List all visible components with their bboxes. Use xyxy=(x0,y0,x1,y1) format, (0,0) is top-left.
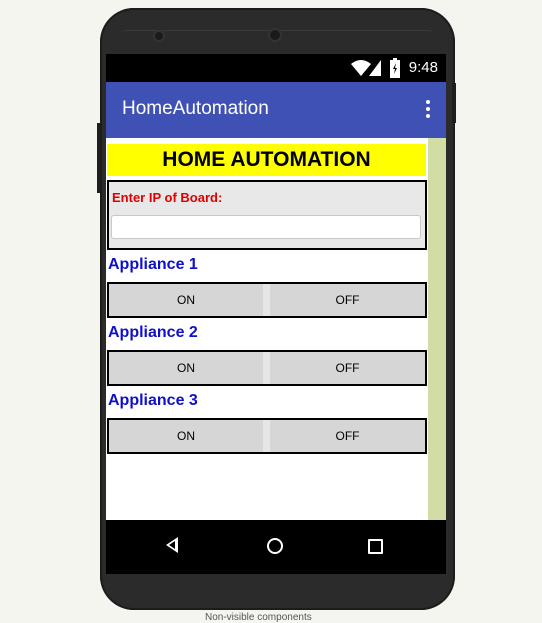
battery-icon xyxy=(390,58,400,78)
button-divider xyxy=(263,420,270,452)
ip-input[interactable] xyxy=(111,215,421,239)
app-title: HomeAutomation xyxy=(122,98,269,119)
signal-icon xyxy=(369,60,381,76)
back-icon-inner xyxy=(169,541,175,549)
home-icon[interactable] xyxy=(267,538,283,554)
appliance-1-label: Appliance 1 xyxy=(108,256,198,273)
scroll-strip xyxy=(428,138,446,520)
appliance-1-buttons: ON OFF xyxy=(107,282,427,318)
more-vert-icon[interactable] xyxy=(426,100,430,120)
appliance-3-buttons: ON OFF xyxy=(107,418,427,454)
status-time: 9:48 xyxy=(408,59,438,76)
ip-section: Enter IP of Board: xyxy=(107,180,427,250)
app-bar: HomeAutomation xyxy=(106,82,446,138)
earpiece xyxy=(270,30,280,40)
volume-button xyxy=(452,83,456,123)
appliance-3-on-button[interactable]: ON xyxy=(109,420,263,452)
appliance-2-label: Appliance 2 xyxy=(108,324,198,341)
nav-bar xyxy=(106,520,446,574)
ip-label: Enter IP of Board: xyxy=(112,190,223,205)
appliance-2-off-button[interactable]: OFF xyxy=(270,352,425,384)
phone-screen: 9:48 HomeAutomation HOME AUTOMATION Ente… xyxy=(106,54,446,574)
non-visible-components-caption: Non-visible components xyxy=(205,612,312,623)
appliance-1-on-button[interactable]: ON xyxy=(109,284,263,316)
page-title: HOME AUTOMATION xyxy=(107,144,426,176)
status-bar: 9:48 xyxy=(106,54,446,82)
button-divider xyxy=(263,284,270,316)
power-button xyxy=(97,123,101,193)
recents-icon[interactable] xyxy=(368,539,383,554)
appliance-2-buttons: ON OFF xyxy=(107,350,427,386)
button-divider xyxy=(263,352,270,384)
appliance-1-off-button[interactable]: OFF xyxy=(270,284,425,316)
appliance-3-label: Appliance 3 xyxy=(108,392,198,409)
appliance-2-on-button[interactable]: ON xyxy=(109,352,263,384)
phone-frame: 9:48 HomeAutomation HOME AUTOMATION Ente… xyxy=(97,8,456,610)
appliance-3-off-button[interactable]: OFF xyxy=(270,420,425,452)
front-camera xyxy=(155,32,163,40)
main-content: HOME AUTOMATION Enter IP of Board: Appli… xyxy=(106,138,446,520)
